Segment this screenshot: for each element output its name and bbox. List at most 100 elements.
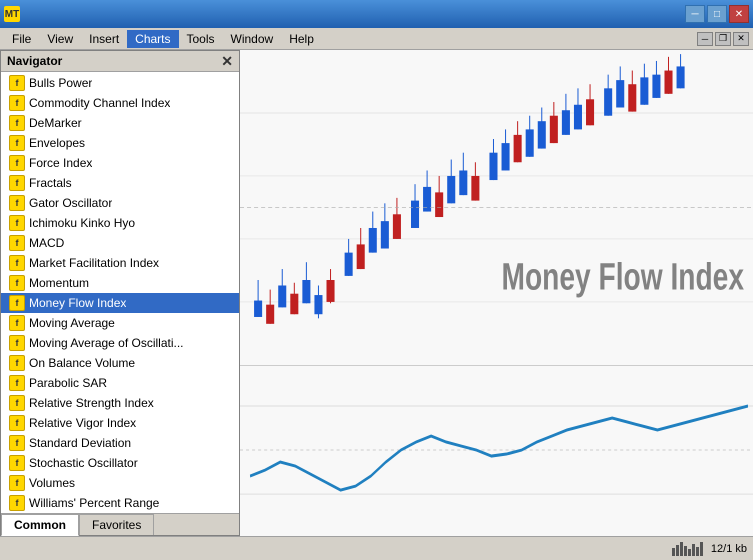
navigator-header: Navigator ✕ — [1, 51, 239, 72]
list-item[interactable]: f Moving Average of Oscillati... — [1, 333, 239, 353]
list-item[interactable]: f Force Index — [1, 153, 239, 173]
indicator-icon: f — [9, 395, 25, 411]
indicator-icon: f — [9, 115, 25, 131]
indicator-label: MACD — [29, 236, 64, 250]
chart-area: Money Flow Index — [240, 50, 753, 536]
menu-help[interactable]: Help — [281, 30, 322, 48]
indicator-icon: f — [9, 235, 25, 251]
indicator-label: Standard Deviation — [29, 436, 131, 450]
maximize-button[interactable]: □ — [707, 5, 727, 23]
tab-favorites[interactable]: Favorites — [79, 514, 154, 535]
indicator-label: Bulls Power — [29, 76, 92, 90]
list-item[interactable]: fMomentum — [1, 273, 239, 293]
indicator-label: Gator Oscillator — [29, 196, 112, 210]
indicator-label: Envelopes — [29, 136, 85, 150]
indicator-label: Stochastic Oscillator — [29, 456, 138, 470]
list-item[interactable]: f Parabolic SAR — [1, 373, 239, 393]
indicator-icon: f — [9, 195, 25, 211]
indicator-chart[interactable] — [240, 366, 753, 536]
indicator-label: On Balance Volume — [29, 356, 135, 370]
close-button[interactable]: ✕ — [729, 5, 749, 23]
menu-insert[interactable]: Insert — [81, 30, 127, 48]
indicator-label: Williams' Percent Range — [29, 496, 159, 510]
main-chart[interactable]: Money Flow Index — [240, 50, 753, 366]
list-item[interactable]: f Envelopes — [1, 133, 239, 153]
mfi-chart — [240, 366, 753, 536]
app-icon: MT — [4, 6, 20, 22]
list-item[interactable]: f DeMarker — [1, 113, 239, 133]
indicator-icon: f — [9, 175, 25, 191]
status-right: 12/1 kb — [672, 542, 747, 556]
tab-common[interactable]: Common — [1, 514, 79, 536]
status-bar: 12/1 kb — [0, 536, 753, 560]
mdi-minimize[interactable]: ─ — [697, 32, 713, 46]
indicator-icon: f — [9, 335, 25, 351]
indicator-label: Fractals — [29, 176, 72, 190]
indicator-label: Relative Strength Index — [29, 396, 154, 410]
list-item[interactable]: f Market Facilitation Index — [1, 253, 239, 273]
list-item[interactable]: f Stochastic Oscillator — [1, 453, 239, 473]
indicator-icon: f — [9, 355, 25, 371]
indicator-label: Volumes — [29, 476, 75, 490]
list-item[interactable]: f Ichimoku Kinko Hyo — [1, 213, 239, 233]
indicator-label: Force Index — [29, 156, 92, 170]
list-item[interactable]: f Relative Strength Index — [1, 393, 239, 413]
list-item[interactable]: f Williams' Percent Range — [1, 493, 239, 513]
bar-indicator — [672, 542, 703, 556]
list-item[interactable]: f Volumes — [1, 473, 239, 493]
indicator-label: Moving Average of Oscillati... — [29, 336, 184, 350]
indicator-icon: f — [9, 75, 25, 91]
list-item[interactable]: f Relative Vigor Index — [1, 413, 239, 433]
indicator-label: Money Flow Index — [29, 296, 126, 310]
title-controls: ─ □ ✕ — [685, 5, 749, 23]
menu-tools[interactable]: Tools — [179, 30, 223, 48]
indicator-icon: f — [9, 315, 25, 331]
indicator-icon: f — [9, 275, 25, 291]
indicator-label: Market Facilitation Index — [29, 256, 159, 270]
list-item[interactable]: f Commodity Channel Index — [1, 93, 239, 113]
indicator-label: Commodity Channel Index — [29, 96, 170, 110]
candlestick-chart: Money Flow Index — [240, 50, 753, 365]
navigator-title: Navigator — [7, 54, 62, 68]
indicator-icon: f — [9, 135, 25, 151]
indicator-icon: f — [9, 155, 25, 171]
navigator-panel: Navigator ✕ fBears PowerfBollinger Bands… — [0, 50, 240, 536]
minimize-button[interactable]: ─ — [685, 5, 705, 23]
list-item[interactable]: f On Balance Volume — [1, 353, 239, 373]
indicator-icon: f — [9, 435, 25, 451]
indicator-label: Moving Average — [29, 316, 115, 330]
navigator-close-button[interactable]: ✕ — [221, 54, 233, 68]
indicator-icon: f — [9, 475, 25, 491]
indicator-label: Parabolic SAR — [29, 376, 107, 390]
title-bar: MT ─ □ ✕ — [0, 0, 753, 28]
navigator-list[interactable]: fBears PowerfBollinger BandsfBulls Power… — [1, 72, 239, 513]
list-item[interactable]: f Bulls Power — [1, 73, 239, 93]
list-item[interactable]: f Fractals — [1, 173, 239, 193]
chart-inner-area: Money Flow Index — [240, 50, 753, 536]
menu-charts[interactable]: Charts — [127, 30, 178, 48]
indicator-icon: f — [9, 255, 25, 271]
indicator-icon: f — [9, 455, 25, 471]
list-item[interactable]: f Gator Oscillator — [1, 193, 239, 213]
indicator-icon: f — [9, 375, 25, 391]
indicator-icon: f — [9, 495, 25, 511]
menu-view[interactable]: View — [39, 30, 81, 48]
indicator-icon: f — [9, 215, 25, 231]
navigator-tabs: Common Favorites — [1, 513, 239, 535]
indicator-icon: f — [9, 95, 25, 111]
indicator-icon: f — [9, 415, 25, 431]
menu-bar: File View Insert Charts Tools Window Hel… — [0, 28, 753, 50]
indicator-label: DeMarker — [29, 116, 82, 130]
indicator-label: Relative Vigor Index — [29, 416, 136, 430]
menu-window[interactable]: Window — [223, 30, 282, 48]
indicator-label: Ichimoku Kinko Hyo — [29, 216, 135, 230]
list-item[interactable]: f Standard Deviation — [1, 433, 239, 453]
list-item[interactable]: f MACD — [1, 233, 239, 253]
list-item[interactable]: fMoney Flow Index — [1, 293, 239, 313]
mdi-close[interactable]: ✕ — [733, 32, 749, 46]
mdi-restore[interactable]: ❐ — [715, 32, 731, 46]
status-filesize: 12/1 kb — [711, 543, 747, 555]
list-item[interactable]: f Moving Average — [1, 313, 239, 333]
main-area: Navigator ✕ fBears PowerfBollinger Bands… — [0, 50, 753, 536]
menu-file[interactable]: File — [4, 30, 39, 48]
